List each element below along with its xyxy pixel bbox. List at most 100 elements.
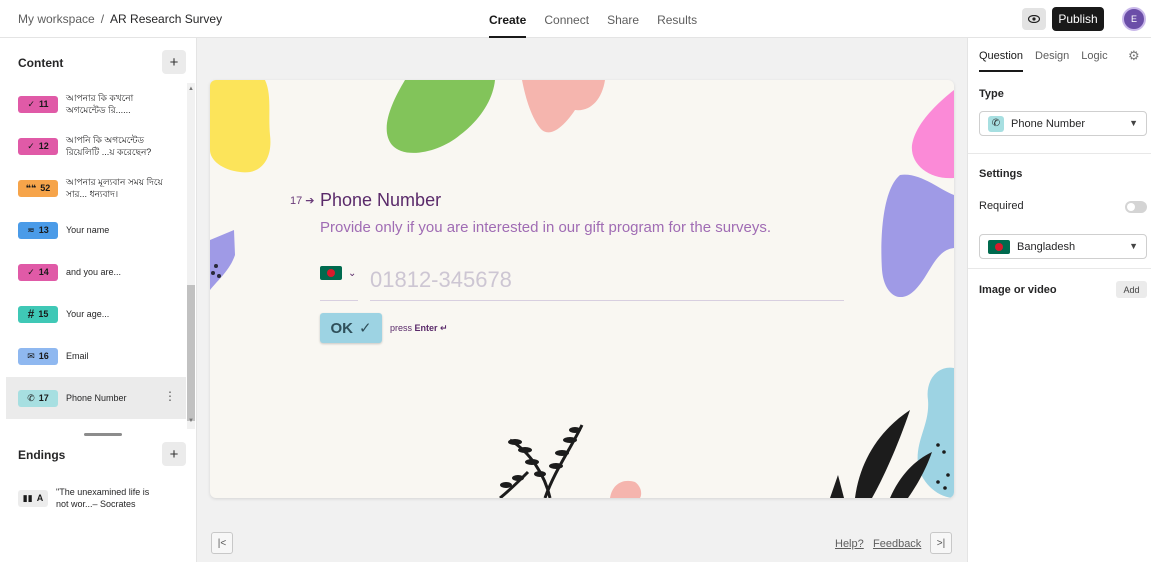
question-text: Your age... [66, 309, 110, 319]
publish-button[interactable]: Publish [1052, 7, 1104, 31]
list-item[interactable]: ✓ 14 and you are... [6, 251, 186, 293]
check-icon: ✓ [27, 266, 35, 277]
required-label: Required [979, 200, 1024, 212]
question-description[interactable]: Provide only if you are interested in ou… [320, 219, 771, 236]
more-options-icon[interactable]: ⋮ [164, 389, 176, 403]
tab-share[interactable]: Share [607, 0, 639, 38]
required-toggle[interactable] [1125, 201, 1147, 213]
list-item[interactable]: ❝❝ 52 আপনার মূল্যবান সময় দিয়ে সার... ধন… [6, 167, 186, 209]
panel-right-icon: >| [936, 537, 946, 549]
ending-icon: ▮▮ [22, 492, 33, 503]
question-number: 11 [39, 99, 49, 109]
collapse-left-panel-button[interactable]: |< [211, 532, 233, 554]
question-type-value: Phone Number [1011, 117, 1085, 130]
tab-question[interactable]: Question [979, 50, 1024, 72]
eye-icon [1028, 15, 1040, 23]
breadcrumb-workspace[interactable]: My workspace [18, 12, 95, 26]
quote-icon: ❝❝ [25, 182, 37, 193]
scroll-down-icon[interactable]: ▼ [188, 418, 194, 424]
chevron-down-icon: ▼ [1129, 118, 1138, 128]
breadcrumb-separator: / [100, 12, 105, 26]
breadcrumb-form-name[interactable]: AR Research Survey [110, 12, 222, 26]
phone-number-input[interactable]: 01812-345678 [370, 265, 844, 301]
endings-section-title: Endings [18, 448, 66, 462]
list-item[interactable]: ✉ 16 Email [6, 335, 186, 377]
list-item[interactable]: ✓ 12 আপনি কি অগমেন্টেড রিয়েলিটি ...য় কর… [6, 125, 186, 167]
ending-letter: A [36, 493, 44, 503]
phone-icon: ✆ [27, 392, 35, 403]
ending-badge: ▮▮ A [18, 489, 48, 507]
question-text: and you are... [66, 267, 122, 277]
settings-tabs: Question Design Logic [979, 50, 1108, 72]
question-number: 14 [38, 267, 49, 277]
ok-label: OK [330, 319, 353, 337]
plus-icon: + [169, 445, 179, 463]
editor-canvas: 17 ➔ Phone Number Provide only if you ar… [197, 38, 967, 562]
plus-icon: + [169, 53, 179, 71]
top-bar: My workspace / AR Research Survey Create… [0, 0, 1151, 38]
country-code-selector[interactable]: ⌄ [320, 266, 356, 280]
short-text-icon: ≂ [27, 224, 35, 235]
question-text: আপনি কি অগমেন্টেড রিয়েলিটি ...য় করেছেন… [66, 135, 152, 157]
tab-logic[interactable]: Logic [1081, 50, 1107, 72]
question-type-select[interactable]: ✆ Phone Number ▼ [979, 111, 1147, 136]
chevron-down-icon: ▼ [1129, 241, 1138, 251]
question-text: Your name [66, 225, 110, 235]
ok-button[interactable]: OK ✓ [320, 313, 382, 343]
content-section-title: Content [18, 56, 64, 70]
resize-handle[interactable] [84, 433, 122, 436]
default-country-select[interactable]: Bangladesh ▼ [979, 234, 1147, 259]
list-item[interactable]: ✓ 11 আপনার কি কখনো অগমেন্টেড রি...... [6, 83, 186, 125]
add-media-button[interactable]: Add [1116, 281, 1147, 298]
help-link[interactable]: Help? [835, 538, 864, 550]
question-text: Phone Number [66, 393, 127, 403]
avatar[interactable]: E [1122, 7, 1146, 31]
question-number: 52 [40, 183, 51, 193]
collapse-right-panel-button[interactable]: >| [930, 532, 952, 554]
question-badge: ≂ 13 [18, 221, 58, 239]
question-number-label: 17 ➔ [290, 195, 315, 207]
question-number: 17 [38, 393, 49, 403]
question-preview-card: 17 ➔ Phone Number Provide only if you ar… [210, 80, 954, 498]
question-badge: ✓ 14 [18, 263, 58, 281]
tab-connect[interactable]: Connect [544, 0, 589, 38]
add-content-button[interactable]: + [162, 50, 186, 74]
question-list: ✓ 11 আপনার কি কখনো অগমেন্টেড রি...... ✓ 12… [6, 83, 186, 429]
country-value: Bangladesh [1017, 240, 1076, 253]
question-badge: ❝❝ 52 [18, 179, 58, 197]
list-item-selected[interactable]: ✆ 17 Phone Number ⋮ [6, 377, 186, 419]
question-badge: ✓ 12 [18, 137, 58, 155]
check-icon: ✓ [27, 140, 35, 151]
check-icon: ✓ [27, 98, 36, 109]
question-badge: ✆ 17 [18, 389, 58, 407]
panel-left-icon: |< [217, 537, 227, 549]
press-enter-hint: press Enter ↵ [390, 323, 448, 333]
ending-item[interactable]: ▮▮ A "The unexamined life is not wor...– … [18, 486, 156, 510]
country-selector-underline [320, 300, 358, 301]
phone-icon: ✆ [988, 115, 1004, 132]
settings-label: Settings [979, 168, 1023, 180]
scroll-up-icon[interactable]: ▲ [188, 86, 194, 92]
bangladesh-flag-icon [988, 239, 1010, 254]
question-number: 13 [38, 225, 49, 235]
mail-icon: ✉ [27, 350, 35, 361]
scrollbar-thumb[interactable] [187, 285, 195, 421]
check-icon: ✓ [358, 320, 372, 337]
chevron-down-icon: ⌄ [348, 267, 357, 279]
question-title[interactable]: Phone Number [320, 190, 441, 211]
question-text: আপনার মূল্যবান সময় দিয়ে সার... ধন্যবাদ… [66, 177, 163, 199]
hash-icon: # [27, 307, 35, 321]
gear-icon[interactable]: ⚙ [1128, 48, 1140, 64]
tab-create[interactable]: Create [489, 0, 527, 38]
list-item[interactable]: ≂ 13 Your name [6, 209, 186, 251]
main-tabs: Create Connect Share Results [489, 0, 697, 38]
feedback-link[interactable]: Feedback [873, 538, 921, 550]
tab-results[interactable]: Results [657, 0, 697, 38]
divider [968, 268, 1151, 269]
question-badge: ✓ 11 [18, 95, 58, 113]
list-item[interactable]: #15 Your age... [6, 293, 186, 335]
preview-button[interactable] [1022, 8, 1046, 30]
left-panel: Content + ✓ 11 আপনার কি কখনো অগমেন্টেড রি… [0, 38, 197, 562]
tab-design[interactable]: Design [1035, 50, 1069, 72]
add-ending-button[interactable]: + [162, 442, 186, 466]
